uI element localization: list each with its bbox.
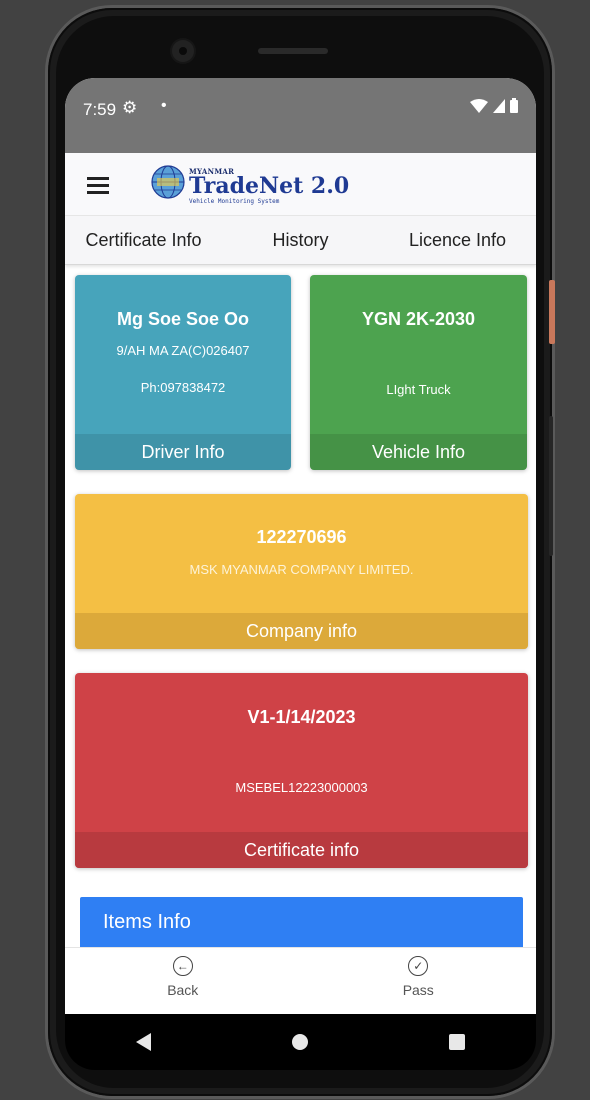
company-info-card[interactable]: 122270696 MSK MYANMAR COMPANY LIMITED. C… [75, 494, 528, 649]
certificate-code: MSEBEL12223000003 [235, 780, 368, 795]
items-info-header[interactable]: Items Info [80, 897, 523, 948]
logo-wordmark: MYANMAR TradeNet 2.0 Vehicle Monitoring … [189, 168, 350, 205]
logo-subtitle: Vehicle Monitoring System [189, 197, 280, 205]
main-content: Mg Soe Soe Oo 9/AH MA ZA(C)026407 Ph:097… [65, 264, 536, 948]
driver-phone: Ph:097838472 [140, 380, 226, 395]
battery-icon [510, 98, 518, 113]
certificate-info-card[interactable]: V1-1/14/2023 MSEBEL12223000003 Certifica… [75, 673, 528, 868]
pass-button[interactable]: ✓ Pass [301, 948, 537, 1014]
driver-name: Mg Soe Soe Oo [116, 309, 249, 329]
driver-info-card[interactable]: Mg Soe Soe Oo 9/AH MA ZA(C)026407 Ph:097… [75, 275, 291, 470]
tab-licence-info[interactable]: Licence Info [379, 216, 536, 264]
arrow-left-circle-icon: ← [172, 956, 193, 976]
power-button[interactable] [549, 280, 555, 344]
app-bar: MYANMAR TradeNet 2.0 Vehicle Monitoring … [65, 153, 536, 216]
vehicle-info-footer: Vehicle Info [310, 434, 527, 470]
status-icons [470, 98, 518, 113]
earpiece-speaker [258, 48, 328, 54]
logo-title: TradeNet 2.0 [189, 172, 350, 199]
system-home-icon[interactable] [291, 1034, 308, 1050]
vehicle-plate: YGN 2K-2030 [361, 309, 476, 329]
tab-certificate-info[interactable]: Certificate Info [65, 216, 222, 264]
notification-dot-icon: • [161, 97, 167, 114]
company-info-footer: Company info [75, 613, 528, 649]
check-circle-icon: ✓ [408, 956, 429, 976]
app-screen: 7:59 ⚙ • MYANMAR TradeNet 2.0 Vehicle Mo… [65, 78, 536, 1014]
tab-history[interactable]: History [222, 216, 379, 264]
status-time: 7:59 [83, 100, 117, 119]
certificate-number: V1-1/14/2023 [247, 707, 356, 727]
vehicle-type: LIght Truck [386, 382, 451, 397]
status-bar: 7:59 ⚙ • [65, 78, 536, 153]
back-label: Back [167, 982, 199, 998]
system-nav-bar [65, 1014, 536, 1070]
company-name: MSK MYANMAR COMPANY LIMITED. [189, 562, 414, 577]
front-camera [172, 40, 194, 62]
driver-licence: 9/AH MA ZA(C)026407 [116, 343, 250, 358]
company-id: 122270696 [256, 527, 347, 547]
signal-icon [493, 98, 505, 113]
certificate-info-footer: Certificate info [75, 832, 528, 868]
system-recents-icon[interactable] [449, 1034, 466, 1050]
bottom-nav: ← Back ✓ Pass [65, 947, 536, 1014]
settings-gear-icon: ⚙ [122, 98, 138, 117]
tab-bar: Certificate Info History Licence Info [65, 216, 536, 265]
back-button[interactable]: ← Back [65, 948, 301, 1014]
system-back-icon[interactable] [135, 1033, 151, 1051]
menu-icon[interactable] [87, 177, 109, 194]
vehicle-info-card[interactable]: YGN 2K-2030 LIght Truck Vehicle Info [310, 275, 527, 470]
wifi-icon [470, 98, 488, 113]
volume-button[interactable] [549, 416, 553, 556]
globe-logo-icon [151, 165, 185, 199]
tradenet-logo: MYANMAR TradeNet 2.0 Vehicle Monitoring … [151, 165, 350, 205]
driver-info-footer: Driver Info [75, 434, 291, 470]
pass-label: Pass [402, 982, 434, 998]
